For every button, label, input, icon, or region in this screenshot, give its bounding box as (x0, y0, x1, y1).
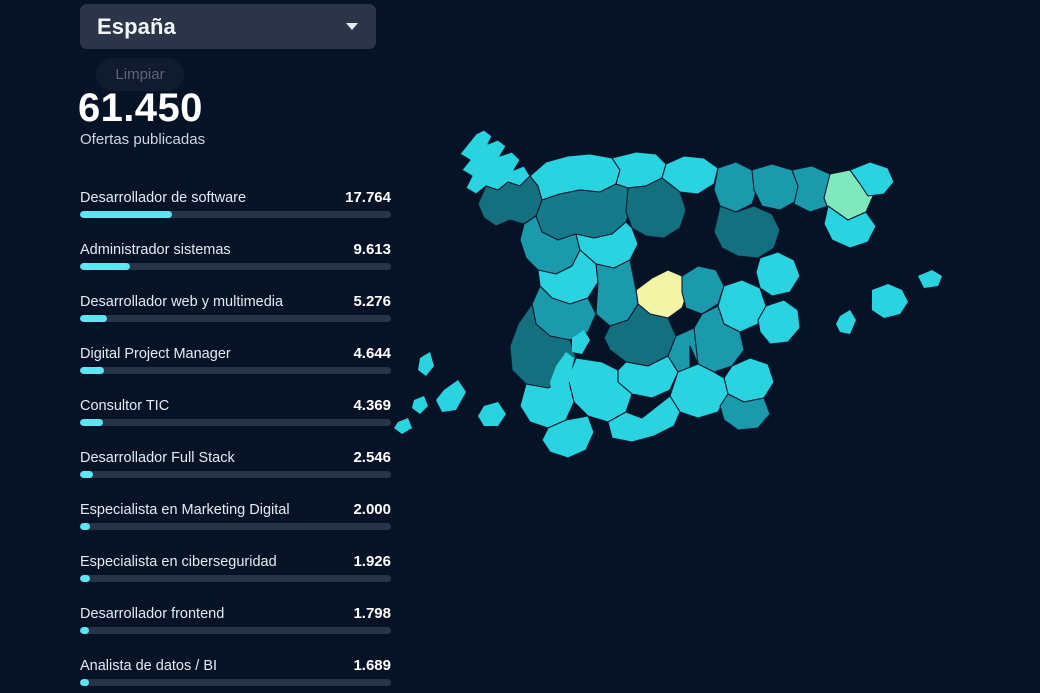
rank-row[interactable]: Desarrollador web y multimedia 5.276 (0, 293, 420, 346)
rank-bar-fill (80, 523, 90, 530)
left-panel: España Limpiar 61.450 Ofertas publicadas… (0, 0, 420, 693)
map-region-galicia-nw[interactable] (459, 129, 531, 195)
map-region-la-gomera[interactable] (412, 396, 428, 414)
rank-bar-fill (80, 679, 89, 686)
rank-label: Analista de datos / BI (80, 658, 218, 674)
rank-bar-fill (80, 211, 172, 218)
region-select[interactable]: España (80, 4, 376, 49)
rank-row[interactable]: Desarrollador de software 17.764 (0, 189, 420, 242)
rank-label: Desarrollador de software (80, 190, 247, 206)
rank-row[interactable]: Desarrollador frontend 1.798 (0, 605, 420, 658)
rank-bar-track (80, 679, 391, 686)
rank-bar-track (80, 367, 391, 374)
rank-row[interactable]: Analista de datos / BI 1.689 (0, 657, 420, 693)
rank-bar-fill (80, 575, 90, 582)
rank-bar-fill (80, 263, 130, 270)
job-role-ranking-list: Desarrollador de software 17.764 Administr… (0, 189, 420, 693)
rank-label: Consultor TIC (80, 398, 170, 414)
map-region-menorca[interactable] (918, 270, 942, 288)
region-select-value: España (97, 13, 176, 39)
rank-bar-track (80, 523, 391, 530)
rank-bar-track (80, 419, 391, 426)
rank-label: Especialista en ciberseguridad (80, 554, 277, 570)
rank-label: Especialista en Marketing Digital (80, 502, 290, 518)
rank-bar-track (80, 471, 391, 478)
chevron-down-icon (346, 23, 358, 30)
rank-row[interactable]: Especialista en ciberseguridad 1.926 (0, 553, 420, 606)
rank-label: Digital Project Manager (80, 346, 231, 362)
rank-bar-fill (80, 315, 107, 322)
rank-bar-fill (80, 419, 103, 426)
rank-label: Desarrollador Full Stack (80, 450, 235, 466)
rank-row[interactable]: Digital Project Manager 4.644 (0, 345, 420, 398)
rank-label: Desarrollador frontend (80, 606, 225, 622)
rank-value: 1.798 (353, 605, 391, 622)
map-region-zaragoza[interactable] (713, 205, 781, 259)
total-offers-value: 61.450 (78, 86, 203, 130)
map-region-navarra[interactable] (713, 161, 759, 213)
map-region-gran-canaria[interactable] (478, 402, 506, 426)
rank-bar-track (80, 627, 391, 634)
rank-row[interactable]: Consultor TIC 4.369 (0, 397, 420, 450)
total-offers-caption: Ofertas publicadas (80, 131, 206, 148)
rank-row[interactable]: Especialista en Marketing Digital 2.000 (0, 501, 420, 554)
clear-filter-label: Limpiar (115, 66, 165, 83)
map-region-mallorca[interactable] (872, 284, 908, 318)
map-region-tenerife[interactable] (436, 380, 466, 412)
rank-value: 1.689 (353, 657, 391, 674)
rank-row[interactable]: Administrador sistemas 9.613 (0, 241, 420, 294)
dashboard-root: España Limpiar 61.450 Ofertas publicadas… (0, 0, 1040, 693)
map-region-ibiza[interactable] (836, 310, 856, 334)
rank-bar-track (80, 315, 391, 322)
rank-bar-fill (80, 367, 104, 374)
rank-label: Administrador sistemas (80, 242, 231, 258)
map-region-el-hierro[interactable] (394, 418, 412, 434)
map-region-castellon[interactable] (755, 251, 801, 297)
rank-bar-fill (80, 627, 89, 634)
rank-label: Desarrollador web y multimedia (80, 294, 284, 310)
map-region-la-palma[interactable] (418, 352, 434, 376)
rank-bar-track (80, 575, 391, 582)
rank-bar-fill (80, 471, 93, 478)
spain-choropleth-map[interactable] (380, 100, 1040, 570)
rank-row[interactable]: Desarrollador Full Stack 2.546 (0, 449, 420, 502)
rank-bar-track (80, 211, 391, 218)
map-svg (394, 129, 942, 459)
rank-bar-track (80, 263, 391, 270)
